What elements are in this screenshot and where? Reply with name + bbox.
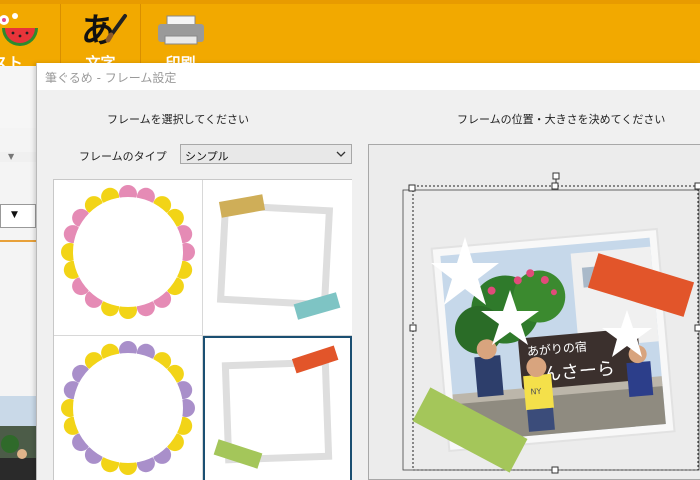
resize-handle-left[interactable]: [409, 324, 417, 332]
rotate-handle[interactable]: [552, 172, 560, 180]
chevron-down-icon: [336, 151, 346, 157]
illust-toolbar-button[interactable]: ラスト: [0, 4, 57, 72]
frame-option-flower-pink[interactable]: [54, 180, 203, 336]
orange-divider: [0, 240, 36, 242]
frame-preview-image: あがりの宿 さんさーら NY: [402, 172, 700, 474]
resize-handle-bottom[interactable]: [551, 466, 559, 474]
frame-thumbnail-grid: [53, 179, 352, 480]
select-frame-heading: フレームを選択してください: [107, 113, 250, 126]
dialog-titlebar[interactable]: 筆ぐるめ - フレーム設定: [37, 63, 700, 90]
position-size-heading: フレームの位置・大きさを決めてください: [457, 113, 666, 126]
taped-photo-frame-selected-icon: [213, 345, 339, 469]
frame-type-label: フレームのタイプ: [79, 150, 167, 163]
photo-thumbnail-image: [0, 396, 36, 480]
frame-type-select[interactable]: シンプル: [180, 144, 352, 164]
dropdown-arrow-icon: ▼: [8, 152, 15, 161]
calligraphy-brush-icon: あ: [81, 11, 127, 51]
frame-preview-canvas[interactable]: あがりの宿 さんさーら NY: [368, 144, 700, 480]
collapse-arrow-area[interactable]: ▼: [0, 152, 36, 162]
photo-thumbnail[interactable]: [0, 396, 36, 480]
frame-option-tape-orange-green[interactable]: [203, 336, 352, 480]
main-dropdown-arrow-icon: ▼: [11, 210, 18, 220]
frame-settings-dialog: 筆ぐるめ - フレーム設定 フレームを選択してください フレームの位置・大きさを…: [36, 63, 700, 480]
app-toolbar: ラスト あ 文字 印刷: [0, 0, 700, 72]
svg-text:あ: あ: [81, 11, 115, 51]
frame-inner-circle: [73, 197, 183, 307]
flower-circle-frame-purple-icon: [61, 341, 195, 475]
resize-handle-top-right[interactable]: [694, 182, 700, 190]
shirt-text: NY: [530, 387, 542, 397]
watermelon-icon: [0, 13, 38, 46]
flower-circle-frame-pink-icon: [61, 185, 195, 319]
frame-inner-circle: [73, 353, 183, 463]
main-window-left-panel: ▼ ▼: [0, 66, 36, 480]
dialog-title: 筆ぐるめ - フレーム設定: [45, 71, 177, 85]
taped-photo-frame-icon: [216, 194, 341, 320]
frame-option-tape-yellow-blue[interactable]: [203, 180, 352, 336]
resize-handle-right[interactable]: [694, 324, 700, 332]
panel-strip: [0, 66, 36, 128]
frame-option-flower-purple[interactable]: [54, 336, 203, 480]
printer-icon: [158, 15, 204, 45]
main-dropdown[interactable]: ▼: [0, 204, 36, 228]
text-toolbar-button[interactable]: あ 文字: [60, 4, 140, 72]
resize-handle-top-left[interactable]: [408, 184, 416, 192]
frame-type-value: シンプル: [185, 150, 229, 163]
print-toolbar-button[interactable]: 印刷: [140, 4, 220, 72]
resize-handle-top[interactable]: [551, 182, 559, 190]
